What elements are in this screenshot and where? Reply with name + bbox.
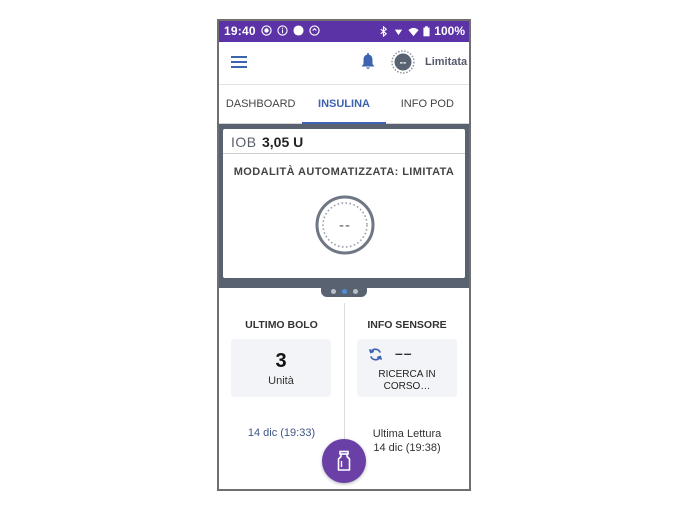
bluetooth-icon (380, 25, 388, 37)
iob-label: IOB (231, 134, 257, 150)
app-header: -- Limitata (219, 42, 469, 85)
record-icon (261, 25, 272, 36)
wifi-icon (408, 27, 419, 36)
last-reading-label: Ultima Lettura (372, 428, 442, 440)
app-dot-icon (293, 25, 304, 36)
status-bar: 19:40 100% (219, 21, 469, 42)
battery-icon (423, 25, 430, 36)
mode-label[interactable]: Limitata (425, 56, 467, 68)
pager-dot[interactable] (352, 288, 358, 294)
sensor-value: –– (395, 345, 413, 361)
automated-mode-icon[interactable]: -- (391, 50, 415, 74)
tab-insulina[interactable]: INSULINA (302, 85, 386, 124)
bolus-fab-button[interactable] (322, 439, 366, 483)
info-icon (277, 25, 288, 36)
last-bolus-box: 3 Unità (231, 339, 331, 397)
sensor-status-line2: CORSO… (383, 381, 431, 392)
status-carousel[interactable]: IOB 3,05 U MODALITÀ AUTOMATIZZATA: LIMIT… (219, 124, 469, 288)
tab-dashboard[interactable]: DASHBOARD (219, 85, 302, 123)
glucose-gauge: -- (315, 195, 375, 255)
data-saver-icon (309, 25, 320, 36)
sensor-info-title: INFO SENSORE (367, 319, 447, 331)
carousel-pager (321, 285, 367, 297)
phone-screen: 19:40 100% -- Limitata DASHBOARD INSULIN… (217, 19, 471, 491)
iob-value: 3,05 U (262, 134, 304, 150)
pager-dot[interactable] (330, 288, 336, 294)
insulin-card: IOB 3,05 U MODALITÀ AUTOMATIZZATA: LIMIT… (223, 129, 465, 278)
signal-icon (395, 29, 403, 35)
last-bolus-unit: Unità (268, 375, 294, 387)
iob-row: IOB 3,05 U (223, 129, 465, 154)
sensor-status-line1: RICERCA IN (378, 369, 436, 380)
sensor-status: RICERCA IN CORSO… (357, 369, 457, 393)
mode-icon-text: -- (400, 58, 407, 69)
pager-dot-active[interactable] (341, 288, 347, 294)
sync-icon (368, 348, 383, 361)
gauge-text: -- (339, 217, 351, 234)
hamburger-menu-icon[interactable] (231, 56, 247, 70)
status-time: 19:40 (224, 24, 256, 38)
tab-bar: DASHBOARD INSULINA INFO POD (219, 85, 469, 124)
status-system-icons: 100% (378, 24, 465, 38)
insulin-vial-icon (337, 450, 351, 471)
bell-icon[interactable] (360, 53, 376, 71)
sensor-info-box: –– RICERCA IN CORSO… (357, 339, 457, 397)
tab-info-pod[interactable]: INFO POD (386, 85, 469, 123)
last-bolus-date: 14 dic (19:33) (247, 427, 316, 439)
last-bolus-title: ULTIMO BOLO (245, 319, 318, 331)
battery-percentage: 100% (434, 24, 465, 38)
status-notification-icons (261, 25, 320, 36)
automated-mode-status: MODALITÀ AUTOMATIZZATA: LIMITATA (233, 166, 455, 178)
last-bolus-value: 3 (275, 350, 287, 372)
